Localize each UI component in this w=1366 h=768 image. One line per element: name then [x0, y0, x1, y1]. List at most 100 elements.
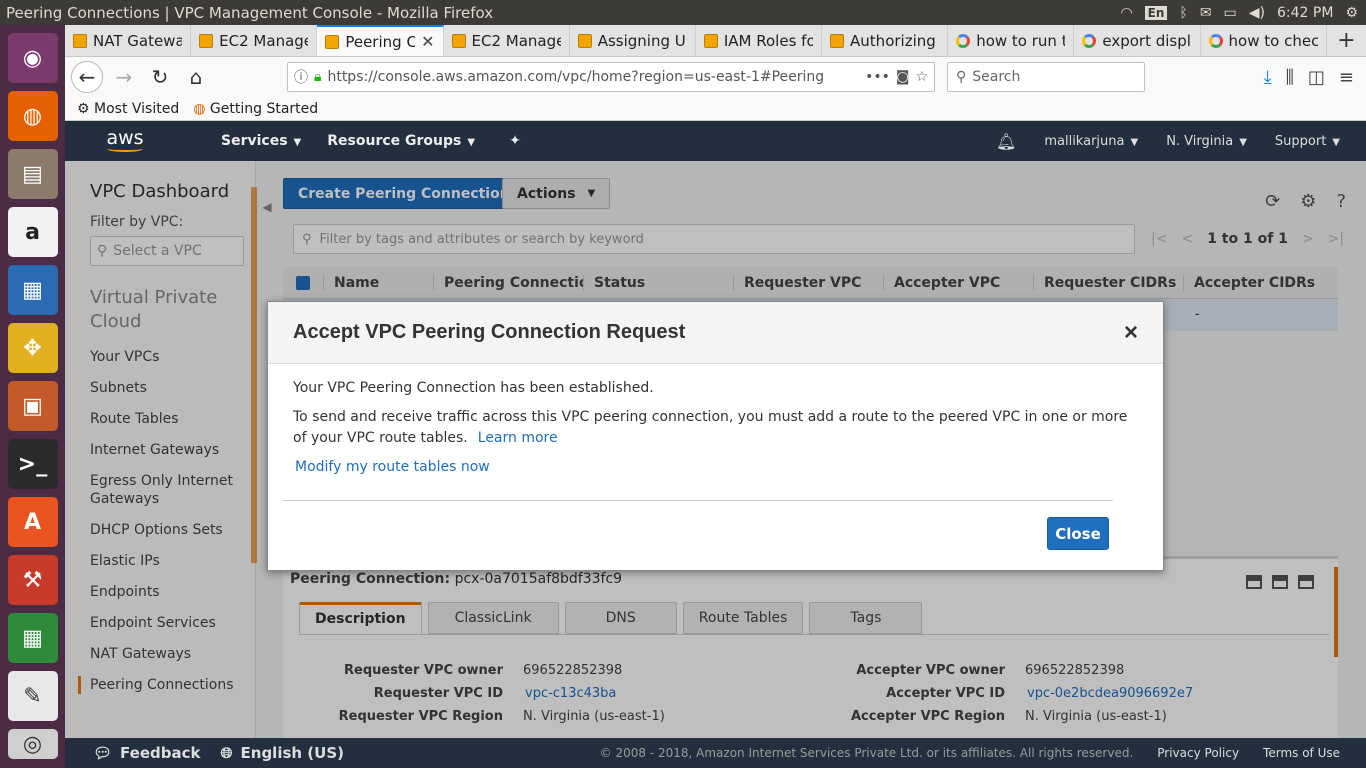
home-icon[interactable]: ⌂: [181, 62, 211, 92]
modify-route-tables-link[interactable]: Modify my route tables now: [295, 457, 1138, 478]
google-icon: [1208, 33, 1223, 48]
software-center-icon[interactable]: A: [7, 497, 58, 547]
amazon-icon[interactable]: a: [7, 207, 58, 257]
google-icon: [1082, 33, 1097, 48]
library-icon[interactable]: ⫼: [1286, 67, 1294, 88]
close-icon[interactable]: ×: [1124, 319, 1138, 347]
browser-tab[interactable]: export displ: [1074, 25, 1201, 56]
settings-gear-icon[interactable]: ⚙: [1345, 5, 1358, 21]
back-arrow-icon[interactable]: ←: [71, 61, 103, 93]
learn-more-link[interactable]: Learn more: [478, 430, 558, 446]
browser-tab[interactable]: how to run t: [948, 25, 1075, 56]
keyboard-layout-indicator[interactable]: En: [1144, 5, 1168, 20]
app-launcher: ◉ ◍ ▤ a ▦ ✥ ▣ >_ A ⚒ ▦ ✎ ◎: [0, 25, 65, 768]
lock-icon: 🔒︎: [314, 69, 322, 85]
support-menu[interactable]: Support ▼: [1275, 134, 1340, 149]
downloads-icon[interactable]: ⤓: [1264, 67, 1272, 88]
region-menu[interactable]: N. Virginia ▼: [1166, 134, 1247, 149]
language-selector[interactable]: 🌐︎ English (US): [221, 744, 345, 762]
volume-icon[interactable]: ◀): [1249, 5, 1265, 21]
route-instructions: To send and receive traffic across this …: [293, 409, 1128, 446]
system-top-bar: Peering Connections | VPC Management Con…: [0, 0, 1366, 25]
aws-icon: [830, 33, 845, 48]
calc-icon[interactable]: ▦: [7, 613, 58, 663]
hamburger-menu-icon[interactable]: ≡: [1339, 67, 1354, 88]
clock[interactable]: 6:42 PM: [1277, 5, 1333, 21]
window-title: Peering Connections | VPC Management Con…: [6, 3, 494, 22]
user-menu[interactable]: mallikarjuna ▼: [1044, 134, 1138, 149]
dialog-header: Accept VPC Peering Connection Request ×: [268, 302, 1163, 364]
mail-icon[interactable]: ✉: [1200, 5, 1212, 21]
url-bar[interactable]: ⓘ 🔒︎ https://console.aws.amazon.com/vpc/…: [287, 62, 935, 92]
resource-groups-menu[interactable]: Resource Groups ▼: [327, 133, 475, 149]
search-bar[interactable]: ⚲ Search: [947, 62, 1145, 92]
sidebar-toggle-icon[interactable]: ◫: [1308, 67, 1325, 88]
firefox-icon[interactable]: ◍: [7, 91, 58, 141]
aws-console-header: aws Services ▼ Resource Groups ▼ ✦ 🔔︎ mall…: [65, 121, 1366, 161]
search-placeholder: Search: [972, 69, 1021, 85]
chevron-down-icon: ▼: [1130, 136, 1139, 148]
wifi-icon[interactable]: ◠: [1120, 5, 1132, 21]
terms-of-use-link[interactable]: Terms of Use: [1263, 746, 1340, 760]
established-message: Your VPC Peering Connection has been est…: [293, 380, 654, 396]
feedback-button[interactable]: 💬︎ Feedback: [93, 744, 201, 762]
ubuntu-dash-icon[interactable]: ◉: [7, 33, 58, 83]
privacy-policy-link[interactable]: Privacy Policy: [1157, 746, 1239, 760]
terminal-icon[interactable]: >_: [7, 439, 58, 489]
aws-header-right: 🔔︎ mallikarjuna ▼ N. Virginia ▼ Support ▼: [996, 132, 1366, 151]
url-text[interactable]: https://console.aws.amazon.com/vpc/home?…: [327, 69, 859, 85]
gear-icon: ⚙: [77, 100, 90, 117]
aws-icon: [73, 33, 87, 48]
browser-tab[interactable]: how to chec: [1201, 25, 1327, 56]
vmware-icon[interactable]: ✥: [7, 323, 58, 373]
tab-strip: NAT Gatewa EC2 Manage Peering C ✕ EC2 Man…: [65, 25, 1366, 57]
bell-icon[interactable]: 🔔︎: [996, 132, 1016, 151]
text-editor-icon[interactable]: ✎: [7, 671, 58, 721]
pin-icon[interactable]: ✦: [509, 133, 521, 149]
aws-icon: [199, 33, 214, 48]
page-actions-icon[interactable]: •••: [865, 69, 890, 85]
info-icon[interactable]: ⓘ: [294, 67, 308, 87]
close-button[interactable]: Close: [1047, 517, 1109, 550]
system-tray: ◠ En ᛒ ✉ ▭ ◀) 6:42 PM ⚙: [1120, 5, 1366, 21]
browser-tab-active[interactable]: Peering C ✕: [317, 25, 444, 56]
file-manager-icon[interactable]: ▤: [7, 149, 58, 199]
system-settings-icon[interactable]: ⚒: [7, 555, 58, 605]
battery-icon[interactable]: ▭: [1224, 5, 1237, 21]
bookmark-star-icon[interactable]: ☆: [915, 69, 928, 85]
browser-tab[interactable]: NAT Gatewa: [65, 25, 192, 56]
globe-icon: 🌐︎: [220, 744, 233, 762]
bookmark-most-visited[interactable]: ⚙ Most Visited: [77, 101, 179, 117]
services-menu[interactable]: Services ▼: [221, 133, 301, 149]
aws-icon: [577, 33, 592, 48]
google-icon: [956, 33, 971, 48]
browser-tab[interactable]: Authorizing: [822, 25, 949, 56]
aws-icon: [703, 33, 718, 48]
chevron-down-icon: ▼: [1239, 136, 1247, 148]
new-tab-plus-icon[interactable]: +: [1327, 25, 1366, 56]
accept-peering-dialog: Accept VPC Peering Connection Request × …: [267, 301, 1164, 571]
browser-tab[interactable]: IAM Roles fo: [696, 25, 823, 56]
navigation-toolbar: ← → ↻ ⌂ ⓘ 🔒︎ https://console.aws.amazon.…: [65, 57, 1366, 97]
pocket-icon[interactable]: ◙: [896, 69, 910, 85]
browser-tab[interactable]: EC2 Manage: [444, 25, 570, 56]
reload-icon[interactable]: ↻: [145, 62, 175, 92]
writer-icon[interactable]: ▦: [7, 265, 58, 315]
bookmark-getting-started[interactable]: ◍ Getting Started: [193, 101, 318, 117]
bluetooth-icon[interactable]: ᛒ: [1179, 5, 1187, 21]
browser-tab[interactable]: Assigning U: [570, 25, 696, 56]
bookmarks-toolbar: ⚙ Most Visited ◍ Getting Started: [65, 97, 1366, 121]
disk-drive-icon[interactable]: ◎: [7, 729, 58, 759]
browser-tab[interactable]: EC2 Manage: [191, 25, 318, 56]
search-icon: ⚲: [956, 69, 967, 85]
aws-logo[interactable]: aws: [65, 129, 185, 152]
toolbar-right: ⤓ ⫼ ◫ ≡: [1264, 67, 1360, 88]
forward-arrow-icon[interactable]: →: [109, 62, 139, 92]
close-tab-icon[interactable]: ✕: [421, 32, 434, 51]
chevron-down-icon: ▼: [293, 137, 302, 148]
impress-icon[interactable]: ▣: [7, 381, 58, 431]
dialog-body: Your VPC Peering Connection has been est…: [268, 364, 1163, 478]
console-footer: 💬︎ Feedback 🌐︎ English (US) © 2008 - 2018,…: [65, 738, 1366, 768]
aws-icon: [325, 34, 340, 49]
chevron-down-icon: ▼: [1332, 136, 1340, 148]
